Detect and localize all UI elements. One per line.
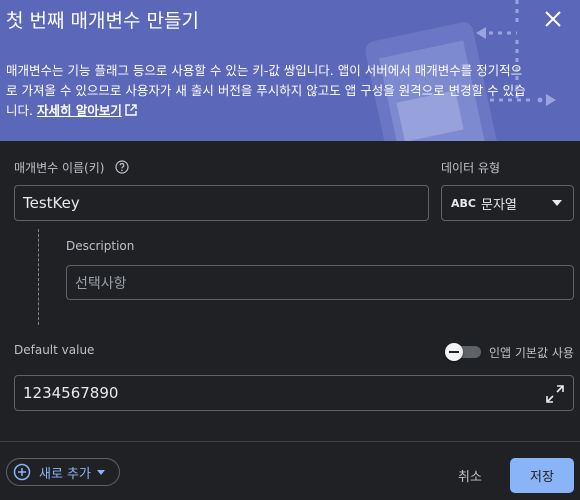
- description-placeholder: 선택사항: [75, 275, 127, 292]
- learn-more-link[interactable]: 자세히 알아보기: [37, 103, 137, 118]
- in-app-default-label: 인앱 기본값 사용: [489, 346, 574, 360]
- toggle-knob: [445, 343, 463, 361]
- data-type-select[interactable]: ABC 문자열: [441, 185, 574, 221]
- external-link-icon: [125, 104, 137, 116]
- default-value-input[interactable]: 1234567890: [14, 375, 574, 411]
- chevron-down-icon: [96, 469, 105, 475]
- param-name-value: TestKey: [23, 194, 80, 212]
- cancel-button[interactable]: 취소: [450, 458, 490, 492]
- help-icon[interactable]: [115, 160, 129, 174]
- param-name-label: 매개변수 이름(키): [14, 161, 105, 175]
- default-value-text: 1234567890: [23, 384, 119, 402]
- default-value-label: Default value: [14, 343, 95, 357]
- abc-icon: ABC: [451, 196, 476, 210]
- dialog-header: 첫 번째 매개변수 만들기 매개변수는 기능 플래그 등으로 사용할 수 있는 …: [0, 0, 580, 141]
- expand-icon[interactable]: [545, 384, 565, 404]
- dialog-description: 매개변수는 기능 플래그 등으로 사용할 수 있는 키-값 쌍입니다. 앱이 서…: [6, 61, 532, 121]
- add-new-button[interactable]: 새로 추가: [6, 458, 120, 486]
- nesting-connector: [38, 229, 39, 325]
- data-type-value: 문자열: [481, 197, 517, 213]
- data-type-label: 데이터 유형: [441, 161, 501, 175]
- add-circle-icon: [13, 463, 31, 481]
- dropdown-arrow-icon: [552, 200, 562, 206]
- dialog-title: 첫 번째 매개변수 만들기: [6, 10, 199, 32]
- learn-more-label: 자세히 알아보기: [36, 103, 122, 118]
- in-app-default-toggle[interactable]: [445, 343, 481, 361]
- save-button[interactable]: 저장: [510, 458, 574, 493]
- close-icon[interactable]: [543, 9, 563, 29]
- description-label: Description: [66, 239, 135, 253]
- description-input[interactable]: 선택사항: [66, 265, 574, 300]
- param-name-input[interactable]: TestKey: [14, 185, 429, 221]
- add-new-label: 새로 추가: [39, 466, 91, 482]
- footer-divider: [0, 441, 580, 442]
